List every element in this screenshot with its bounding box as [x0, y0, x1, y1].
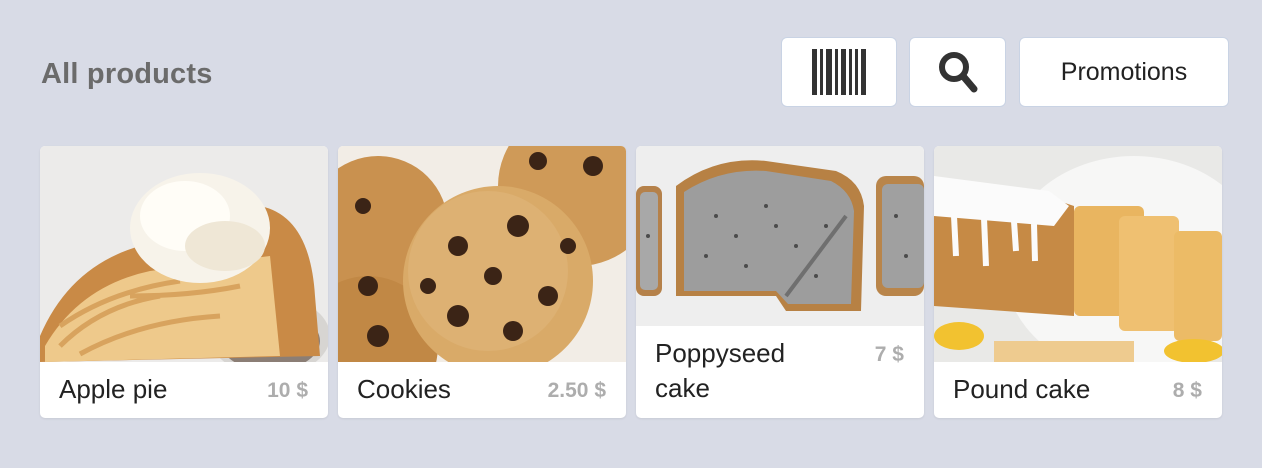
page-title: All products — [41, 58, 213, 90]
product-name: Poppyseed cake — [655, 338, 786, 403]
cookies-image — [338, 146, 626, 362]
product-name: Cookies — [357, 374, 451, 404]
search-icon — [938, 52, 977, 93]
apple-pie-image — [40, 146, 328, 362]
product-card[interactable]: Apple pie 10 $ — [40, 146, 328, 418]
barcode-scan-button[interactable] — [781, 37, 897, 107]
products-screen: All products Promotions Apple pie 10 $ C… — [0, 0, 1262, 468]
product-card[interactable]: Pound cake 8 $ — [934, 146, 1222, 418]
product-price: 7 $ — [874, 343, 904, 366]
product-price: 2.50 $ — [547, 379, 606, 402]
product-price: 10 $ — [267, 379, 308, 402]
product-name: Apple pie — [59, 374, 168, 404]
product-card[interactable]: Cookies 2.50 $ — [338, 146, 626, 418]
pound-cake-image — [934, 146, 1222, 362]
product-price: 8 $ — [1172, 379, 1202, 402]
product-card[interactable]: Poppyseed cake 7 $ — [636, 146, 924, 418]
barcode-icon — [812, 49, 866, 95]
poppyseed-cake-image — [636, 146, 924, 326]
promotions-button[interactable]: Promotions — [1019, 37, 1229, 107]
search-button[interactable] — [909, 37, 1006, 107]
product-name: Pound cake — [953, 374, 1091, 404]
